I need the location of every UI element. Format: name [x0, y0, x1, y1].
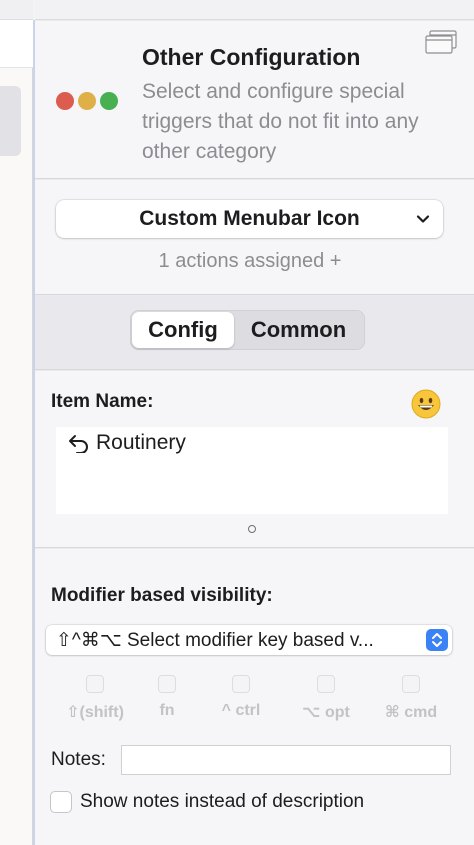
item-name-label: Item Name:	[51, 391, 154, 412]
checkbox[interactable]	[86, 675, 104, 693]
modifier-key-select-value: ⇧^⌘⌥ Select modifier key based v...	[56, 629, 374, 651]
modifier-shift-label: ⇧(shift)	[66, 704, 124, 721]
item-name-field[interactable]: Routinery	[56, 427, 448, 514]
yellow-dot-icon	[78, 92, 96, 110]
page-title: Other Configuration	[142, 44, 361, 70]
background-toolbar	[0, 0, 33, 20]
resize-handle-icon[interactable]	[248, 525, 256, 533]
checkbox[interactable]	[158, 675, 176, 693]
item-name-value: Routinery	[96, 431, 186, 454]
green-dot-icon	[100, 92, 118, 110]
checkbox[interactable]	[317, 675, 335, 693]
modifier-ctrl-label: ^ ctrl	[221, 702, 261, 719]
trigger-type-value: Custom Menubar Icon	[139, 207, 360, 230]
background-list-header	[0, 20, 33, 68]
modifier-cmd[interactable]: ⌘ cmd	[380, 675, 442, 722]
checkbox[interactable]	[232, 675, 250, 693]
notes-label: Notes:	[51, 749, 106, 770]
modifier-ctrl[interactable]: ^ ctrl	[210, 675, 272, 720]
trigger-type-select[interactable]: Custom Menubar Icon	[56, 200, 443, 238]
actions-assigned-link[interactable]: 1 actions assigned +	[35, 250, 465, 273]
modifier-checkboxes: ⇧(shift) fn ^ ctrl ⌥ opt ⌘ cmd	[35, 675, 474, 725]
modifier-shift[interactable]: ⇧(shift)	[58, 675, 132, 722]
show-notes-label: Show notes instead of description	[80, 791, 365, 812]
config-common-segmented-control[interactable]: Config Common	[130, 310, 365, 350]
background-list-selection[interactable]	[0, 86, 21, 156]
undo-arrow-icon	[69, 435, 88, 453]
tabs-section: Config Common	[35, 296, 474, 370]
modifier-fn-label: fn	[159, 702, 175, 719]
modifier-opt[interactable]: ⌥ opt	[297, 675, 355, 722]
modifier-key-select[interactable]: ⇧^⌘⌥ Select modifier key based v...	[46, 625, 452, 655]
background-window	[0, 0, 33, 845]
show-notes-checkbox[interactable]	[50, 791, 72, 813]
select-stepper-icon	[426, 629, 448, 651]
red-dot-icon	[56, 92, 74, 110]
chevron-down-icon	[416, 215, 430, 223]
checkbox[interactable]	[402, 675, 420, 693]
modifier-opt-label: ⌥ opt	[302, 704, 350, 721]
trigger-section: Custom Menubar Icon 1 actions assigned +	[35, 180, 474, 295]
window-icon[interactable]	[425, 30, 457, 54]
modifier-fn[interactable]: fn	[150, 675, 184, 720]
emoji-picker-icon[interactable]	[411, 389, 441, 419]
item-name-section: Item Name: Routinery	[35, 371, 474, 548]
page-description: Select and configure special triggers th…	[142, 80, 419, 163]
modifier-section: Modifier based visibility: ⇧^⌘⌥ Select m…	[35, 549, 474, 845]
traffic-lights-icon	[56, 92, 118, 110]
notes-field[interactable]	[121, 745, 451, 775]
modifier-visibility-label: Modifier based visibility:	[51, 585, 273, 606]
panel-header: Other Configuration Select and configure…	[35, 21, 474, 179]
panel-toolbar	[35, 0, 474, 20]
tab-config[interactable]: Config	[132, 312, 234, 348]
show-notes-checkbox-row[interactable]: Show notes instead of description	[50, 791, 364, 813]
tab-common[interactable]: Common	[234, 312, 363, 348]
modifier-cmd-label: ⌘ cmd	[384, 704, 438, 721]
config-panel: Other Configuration Select and configure…	[35, 0, 474, 845]
